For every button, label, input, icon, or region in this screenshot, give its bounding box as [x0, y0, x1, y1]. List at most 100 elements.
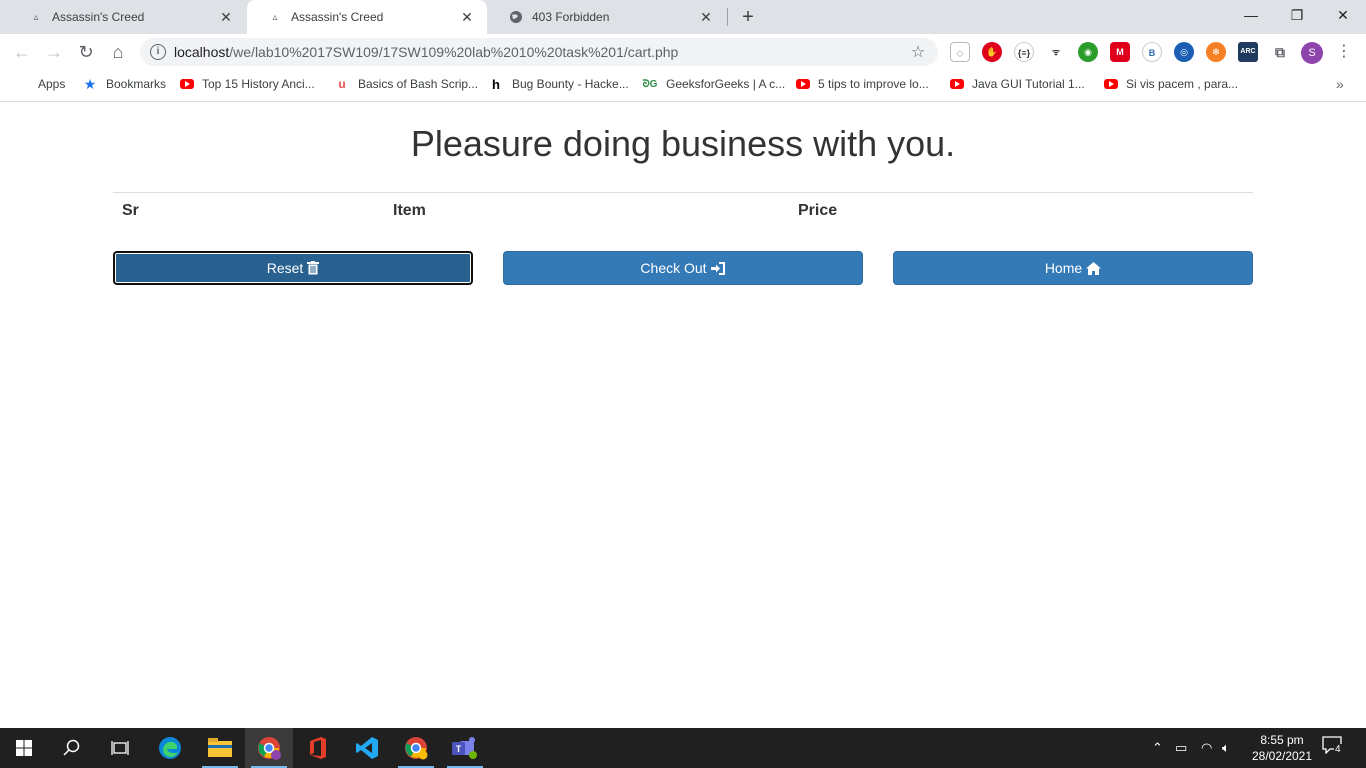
checkout-label: Check Out: [640, 260, 707, 276]
bookmark-item[interactable]: h Bug Bounty - Hacke...: [488, 70, 629, 98]
battery-icon[interactable]: ▭: [1175, 740, 1187, 756]
reset-label: Reset: [266, 260, 304, 276]
wifi-extension-icon[interactable]: ᯤ: [1046, 42, 1066, 62]
minimize-icon[interactable]: —: [1228, 0, 1274, 30]
search-icon[interactable]: [48, 728, 96, 768]
bookmark-item[interactable]: 5 tips to improve lo...: [796, 70, 929, 98]
close-tab-icon[interactable]: ✕: [698, 9, 714, 25]
shield-extension-icon[interactable]: ◇: [950, 42, 970, 62]
svg-text:T: T: [456, 744, 462, 754]
url-host: localhost: [174, 44, 230, 60]
page-content: Pleasure doing business with you. Sr Ite…: [0, 103, 1366, 728]
home-icon[interactable]: ⌂: [104, 38, 132, 66]
close-tab-icon[interactable]: ✕: [218, 9, 234, 25]
clock-date: 28/02/2021: [1251, 749, 1313, 763]
browser-tab-active[interactable]: ▵ Assassin's Creed ✕: [247, 0, 487, 34]
address-bar[interactable]: i localhost/we/lab10%2017SW109/17SW109%2…: [140, 38, 938, 66]
bookmark-label: Apps: [38, 77, 66, 91]
notification-center-icon[interactable]: 4: [1322, 736, 1348, 760]
info-icon[interactable]: i: [150, 44, 166, 60]
apps-grid-icon: [14, 76, 30, 92]
hackerone-icon: h: [492, 76, 500, 92]
home-label: Home: [1044, 260, 1083, 276]
back-arrow-icon[interactable]: ←: [8, 38, 36, 66]
bitcoin-extension-icon[interactable]: B: [1142, 42, 1162, 62]
url-text[interactable]: localhost/we/lab10%2017SW109/17SW109%20l…: [174, 44, 908, 60]
table-header-sr: Sr: [122, 202, 139, 219]
udemy-icon: u: [338, 77, 346, 91]
bookmark-item[interactable]: Top 15 History Anci...: [180, 70, 315, 98]
bookmarks-bar: Apps ★ Bookmarks Top 15 History Anci... …: [0, 70, 1366, 102]
bookmark-apps[interactable]: Apps: [14, 70, 65, 98]
tab-title: Assassin's Creed: [291, 10, 384, 24]
home-icon: [1086, 261, 1102, 275]
vscode-icon[interactable]: [343, 728, 391, 768]
tab-strip: ▵ Assassin's Creed ✕ ▵ Assassin's Creed …: [0, 0, 1366, 34]
gfg-icon: ᘐG: [642, 78, 658, 90]
wifi-icon[interactable]: ◠: [1201, 740, 1212, 756]
bookmark-item[interactable]: Java GUI Tutorial 1...: [950, 70, 1085, 98]
bookmark-bookmarks[interactable]: ★ Bookmarks: [82, 70, 166, 98]
arc-extension-icon[interactable]: ARC: [1238, 42, 1258, 62]
reload-icon[interactable]: ↻: [72, 38, 100, 66]
bookmark-label: Bug Bounty - Hacke...: [512, 77, 629, 91]
new-tab-plus-icon[interactable]: +: [736, 5, 760, 29]
page-title: Pleasure doing business with you.: [410, 123, 956, 164]
checkout-button[interactable]: Check Out: [503, 251, 863, 285]
chevron-up-icon[interactable]: ⌃: [1152, 740, 1163, 756]
notification-count: 4: [1334, 744, 1342, 755]
teams-icon[interactable]: T: [441, 728, 489, 768]
tab-separator: [727, 8, 728, 26]
bookmark-star-icon[interactable]: ☆: [908, 42, 928, 62]
chevron-more-icon[interactable]: »: [1336, 76, 1344, 92]
extensions-puzzle-icon[interactable]: ⧉: [1270, 42, 1290, 62]
youtube-icon: [180, 79, 194, 89]
bookmark-label: Si vis pacem , para...: [1126, 77, 1239, 91]
task-view-icon[interactable]: [96, 728, 144, 768]
bookmark-label: Top 15 History Anci...: [202, 77, 315, 91]
chrome-icon[interactable]: [392, 728, 440, 768]
blue-extension-icon[interactable]: ◎: [1174, 42, 1194, 62]
bookmark-item[interactable]: Si vis pacem , para...: [1104, 70, 1238, 98]
browser-tab[interactable]: ▵ Assassin's Creed ✕: [8, 0, 246, 34]
bookmark-item[interactable]: ᘐG GeeksforGeeks | A c...: [642, 70, 786, 98]
tab-title: 403 Forbidden: [532, 10, 610, 24]
system-clock[interactable]: 8:55 pm 28/02/2021: [1246, 732, 1318, 764]
clock-time: 8:55 pm: [1260, 733, 1304, 747]
profile-avatar[interactable]: S: [1301, 42, 1323, 64]
youtube-icon: [796, 79, 810, 89]
home-button[interactable]: Home: [893, 251, 1253, 285]
star-icon: ★: [83, 75, 97, 92]
globe-extension-icon[interactable]: ◉: [1078, 42, 1098, 62]
bookmark-label: Java GUI Tutorial 1...: [972, 77, 1085, 91]
chrome-profile-icon[interactable]: [245, 728, 293, 768]
bookmark-label: 5 tips to improve lo...: [818, 77, 929, 91]
restore-icon[interactable]: ❐: [1274, 0, 1320, 30]
edge-icon[interactable]: [146, 728, 194, 768]
table-header-price: Price: [798, 202, 838, 219]
close-tab-icon[interactable]: ✕: [459, 9, 475, 25]
globe-icon: [508, 9, 524, 25]
windows-taskbar: T ⌃ ▭ ◠ 🔈︎ 8:55 pm 28/02/2021 4: [0, 728, 1366, 768]
browser-tab[interactable]: 403 Forbidden ✕: [488, 0, 726, 34]
menu-kebab-icon[interactable]: ⋮: [1336, 40, 1352, 64]
browser-toolbar: ← → ↻ ⌂ i localhost/we/lab10%2017SW109/1…: [0, 34, 1366, 70]
adblock-extension-icon[interactable]: ✋: [982, 42, 1002, 62]
orange-extension-icon[interactable]: ✻: [1206, 42, 1226, 62]
json-extension-icon[interactable]: {≡}: [1014, 42, 1034, 62]
youtube-icon: [950, 79, 964, 89]
reset-button[interactable]: Reset: [113, 251, 473, 285]
office-icon[interactable]: [294, 728, 342, 768]
assassins-creed-favicon-icon: ▵: [33, 11, 39, 23]
assassins-creed-favicon-icon: ▵: [272, 11, 278, 23]
login-icon: [710, 261, 726, 275]
windows-start-icon[interactable]: [0, 728, 48, 768]
volume-icon[interactable]: 🔈︎: [1222, 740, 1230, 756]
table-header-item: Item: [393, 202, 426, 219]
bookmark-item[interactable]: u Basics of Bash Scrip...: [334, 70, 478, 98]
mega-extension-icon[interactable]: M: [1110, 42, 1130, 62]
forward-arrow-icon[interactable]: →: [40, 38, 68, 66]
file-explorer-icon[interactable]: [196, 728, 244, 768]
close-window-icon[interactable]: ✕: [1320, 0, 1366, 30]
tab-title: Assassin's Creed: [52, 10, 145, 24]
